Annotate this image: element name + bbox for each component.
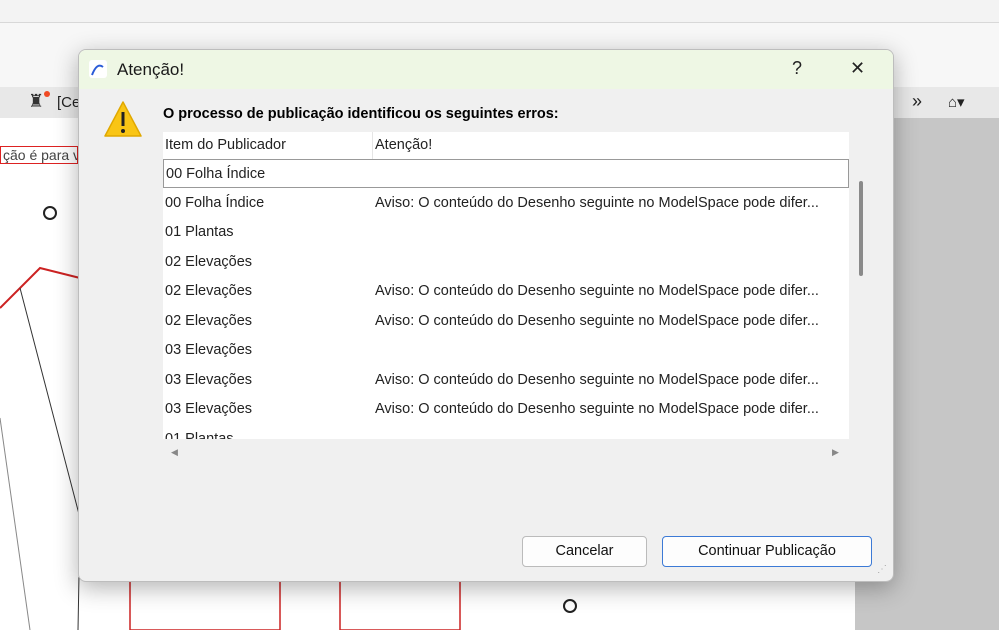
lighthouse-icon[interactable]: ♜ — [28, 91, 44, 112]
table-row[interactable]: 02 Elevações Aviso: O conteúdo do Desenho… — [163, 307, 849, 336]
table-row[interactable]: 01 Plantas — [163, 425, 849, 440]
warning-cell: Aviso: O conteúdo do Desenho seguinte no… — [375, 312, 819, 329]
resize-grip-icon[interactable]: ⋰ — [877, 564, 887, 575]
scroll-left-icon[interactable]: ◀ — [171, 447, 178, 458]
column-header-item[interactable]: Item do Publicador — [163, 132, 373, 159]
table-row[interactable]: 00 Folha Índice Aviso: O conteúdo do Dese… — [163, 189, 849, 218]
item-cell: 03 Elevações — [165, 342, 253, 358]
item-cell: 02 Elevações — [165, 253, 253, 270]
column-header-warning[interactable]: Atenção! — [373, 132, 432, 159]
continue-publish-button[interactable]: Continuar Publicação — [662, 536, 872, 567]
warning-icon — [104, 101, 142, 137]
item-cell: 00 Folha Índice — [165, 194, 265, 211]
vertical-scrollbar[interactable] — [859, 181, 863, 276]
scroll-right-icon[interactable]: ▶ — [832, 447, 839, 458]
table-row[interactable]: 00 Folha Índice — [163, 159, 849, 188]
warning-dialog: Atenção! ? ✕ O processo de publicação id… — [78, 49, 894, 582]
table-row[interactable]: 02 Elevações — [163, 248, 849, 277]
notification-dot-icon — [44, 91, 50, 97]
house-view-icon[interactable]: ⌂▾ — [948, 93, 965, 111]
toolbar-tab-label[interactable]: [Ce — [57, 94, 80, 111]
help-button[interactable]: ? — [792, 58, 802, 79]
dialog-message: O processo de publicação identificou os … — [163, 106, 559, 122]
app-top-bar — [0, 0, 999, 23]
dialog-title-bar[interactable]: Atenção! ? ✕ — [79, 50, 893, 89]
app-logo-icon — [89, 60, 107, 78]
item-cell: 02 Elevações — [165, 312, 253, 329]
cancel-button[interactable]: Cancelar — [522, 536, 647, 567]
item-cell: 01 Plantas — [165, 430, 234, 440]
errors-table[interactable]: Item do Publicador Atenção! 00 Folha Índ… — [163, 132, 849, 439]
warning-cell: Aviso: O conteúdo do Desenho seguinte no… — [375, 371, 819, 388]
item-cell: 00 Folha Índice — [166, 166, 266, 182]
warning-cell: Aviso: O conteúdo do Desenho seguinte no… — [375, 194, 819, 211]
item-cell: 03 Elevações — [165, 371, 253, 388]
table-row[interactable]: 03 Elevações Aviso: O conteúdo do Desenho… — [163, 395, 849, 424]
table-row[interactable]: 02 Elevações Aviso: O conteúdo do Desenho… — [163, 277, 849, 306]
table-row[interactable]: 01 Plantas — [163, 218, 849, 247]
close-button[interactable]: ✕ — [850, 58, 865, 79]
item-cell: 03 Elevações — [165, 401, 253, 417]
overflow-icon[interactable]: » — [912, 91, 922, 112]
item-cell: 01 Plantas — [165, 224, 234, 240]
table-row[interactable]: 03 Elevações — [163, 336, 849, 365]
dialog-title: Atenção! — [117, 60, 185, 79]
item-cell: 02 Elevações — [165, 283, 253, 299]
warning-cell: Aviso: O conteúdo do Desenho seguinte no… — [375, 283, 819, 299]
warning-cell: Aviso: O conteúdo do Desenho seguinte no… — [375, 401, 819, 417]
table-row[interactable]: 03 Elevações Aviso: O conteúdo do Desenho… — [163, 366, 849, 395]
